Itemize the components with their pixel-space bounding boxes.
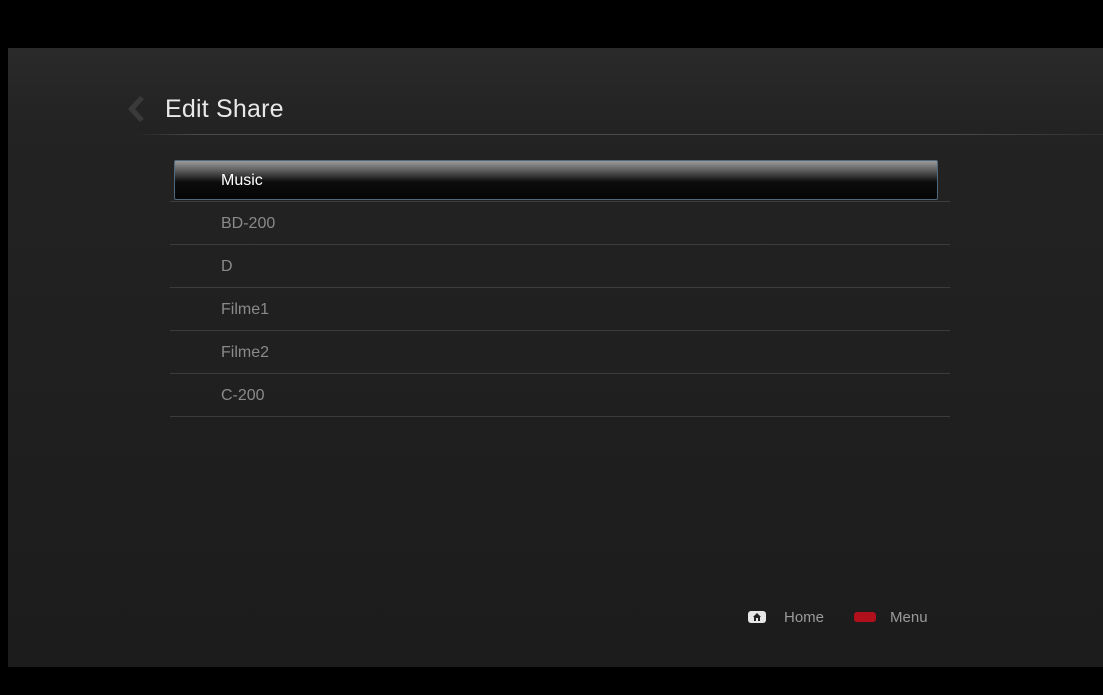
share-list: Music BD-200 D Filme1 Filme2 C-200	[170, 159, 950, 417]
share-item-filme2[interactable]: Filme2	[170, 331, 950, 374]
header-divider	[136, 134, 1103, 135]
share-item-label: BD-200	[221, 215, 276, 232]
share-item-music[interactable]: Music	[170, 159, 950, 202]
screen: Edit Share Music BD-200 D Filme1 Filme2 …	[8, 48, 1103, 667]
share-item-bd-200[interactable]: BD-200	[170, 202, 950, 245]
share-item-c-200[interactable]: C-200	[170, 374, 950, 417]
home-label: Home	[784, 608, 825, 626]
share-item-label: Music	[221, 172, 263, 189]
share-item-label: Filme1	[221, 301, 270, 318]
share-item-label: C-200	[221, 387, 265, 404]
selection-highlight	[174, 160, 938, 200]
share-item-filme1[interactable]: Filme1	[170, 288, 950, 331]
header: Edit Share	[8, 48, 1103, 136]
share-item-d[interactable]: D	[170, 245, 950, 288]
share-item-label: Filme2	[221, 344, 270, 361]
page-title: Edit Share	[165, 95, 284, 123]
footer-hints: Home Menu	[748, 605, 928, 629]
home-icon	[748, 611, 766, 623]
menu-label: Menu	[890, 608, 928, 626]
chevron-left-icon[interactable]	[122, 94, 146, 124]
share-item-label: D	[221, 258, 233, 275]
red-button-icon	[854, 612, 877, 622]
